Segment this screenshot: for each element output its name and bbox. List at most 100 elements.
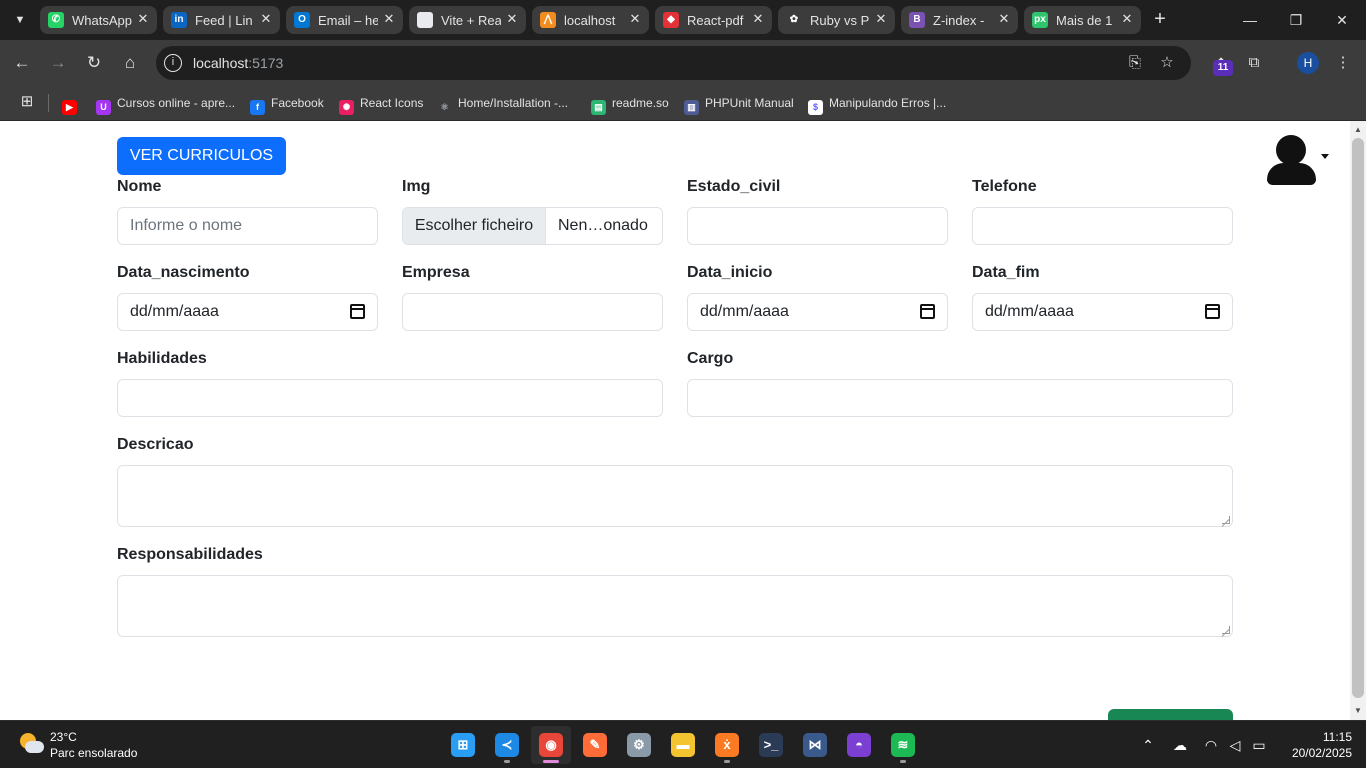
onedrive-cloud-icon[interactable]: ☁ xyxy=(1170,735,1190,755)
chrome-menu-icon[interactable]: ⋮ xyxy=(1332,52,1354,74)
nome-input[interactable]: Informe o nome xyxy=(117,207,378,245)
data-nascimento-input[interactable]: dd/mm/aaaa xyxy=(117,293,378,331)
taskbar-xampp[interactable]: ẋ xyxy=(707,726,747,764)
bookmark-phpunit[interactable]: ▥ PHPUnit Manual xyxy=(684,92,794,115)
tab-label: Z-index - xyxy=(933,13,985,28)
reload-icon[interactable]: ↻ xyxy=(82,51,106,75)
tab-search-chevron-icon[interactable]: ▼ xyxy=(8,8,32,32)
resize-grip-icon[interactable] xyxy=(1222,626,1230,634)
openai-icon: ✿ xyxy=(786,12,802,28)
taskbar-mysql-workbench[interactable]: ⋈ xyxy=(795,726,835,764)
page-scrollbar[interactable]: ▲ ▼ xyxy=(1350,121,1366,720)
data-fim-value: dd/mm/aaaa xyxy=(985,303,1074,320)
taskbar-settings[interactable]: ⚙ xyxy=(619,726,659,764)
restore-icon[interactable]: ❐ xyxy=(1284,8,1308,32)
choose-file-button[interactable]: Escolher ficheiro xyxy=(403,208,546,244)
bookmark-readme[interactable]: ▤ readme.so xyxy=(591,92,669,115)
apps-grid-icon[interactable]: ⊞ xyxy=(18,93,36,111)
translate-icon[interactable]: ⎘ xyxy=(1125,53,1145,73)
weather-description[interactable]: Parc ensolarado xyxy=(50,746,137,760)
tab-whatsapp[interactable]: ✆ WhatsApp ✕ xyxy=(40,6,157,34)
home-icon[interactable]: ⌂ xyxy=(118,51,142,75)
minimize-icon[interactable]: — xyxy=(1238,8,1262,32)
tab-close-icon[interactable]: ✕ xyxy=(627,11,643,27)
xampp-icon: ẋ xyxy=(715,733,739,757)
ver-curriculos-button[interactable]: VER CURRICULOS xyxy=(117,137,286,175)
weather-partly-sunny-icon[interactable] xyxy=(20,733,44,757)
volume-icon[interactable]: ◁ xyxy=(1225,735,1245,755)
bookmark-star-icon[interactable]: ☆ xyxy=(1157,53,1177,73)
data-nascimento-value: dd/mm/aaaa xyxy=(130,303,219,320)
bookmark-react[interactable]: ⚛ Home/Installation -... xyxy=(437,92,568,115)
tab-close-icon[interactable]: ✕ xyxy=(1119,11,1135,27)
clock-date[interactable]: 20/02/2025 xyxy=(1280,746,1352,760)
settings-icon: ⚙ xyxy=(627,733,651,757)
taskbar-powershell[interactable]: >_ xyxy=(751,726,791,764)
tab-close-icon[interactable]: ✕ xyxy=(996,11,1012,27)
tab-close-icon[interactable]: ✕ xyxy=(258,11,274,27)
submit-button[interactable] xyxy=(1108,709,1233,720)
responsabilidades-textarea[interactable] xyxy=(117,575,1233,637)
calendar-icon[interactable] xyxy=(1205,304,1220,319)
tab-linkedin[interactable]: in Feed | Lin ✕ xyxy=(163,6,280,34)
tab-react-pdf[interactable]: ◆ React-pdf ✕ xyxy=(655,6,772,34)
tab-close-icon[interactable]: ✕ xyxy=(135,11,151,27)
scroll-up-arrow-icon[interactable]: ▲ xyxy=(1354,126,1362,134)
estado-civil-input[interactable] xyxy=(687,207,948,245)
battery-icon[interactable]: ▭ xyxy=(1249,735,1269,755)
mysql-workbench-icon: ⋈ xyxy=(803,733,827,757)
tray-chevron-up-icon[interactable]: ⌃ xyxy=(1138,735,1158,755)
data-fim-input[interactable]: dd/mm/aaaa xyxy=(972,293,1233,331)
taskbar-vscode[interactable]: ≺ xyxy=(487,726,527,764)
taskbar-chrome[interactable]: ◉ xyxy=(531,726,571,764)
bookmark-youtube[interactable]: ▶ xyxy=(62,92,83,115)
profile-avatar[interactable]: H xyxy=(1297,52,1319,74)
clock-time[interactable]: 11:15 xyxy=(1300,730,1352,744)
extensions-puzzle-icon[interactable]: ⧉ xyxy=(1243,52,1265,74)
tab-close-icon[interactable]: ✕ xyxy=(504,11,520,27)
descricao-textarea[interactable] xyxy=(117,465,1233,527)
bookmark-stripe[interactable]: $ Manipulando Erros |... xyxy=(808,92,946,115)
img-file-input[interactable]: Escolher ficheiro Nen…onado xyxy=(402,207,663,245)
address-bar[interactable]: i localhost:5173 ⎘ ☆ xyxy=(156,46,1191,80)
bookmark-facebook[interactable]: f Facebook xyxy=(250,92,324,115)
page-viewport: VER CURRICULOS Nome Informe o nome Img E… xyxy=(0,121,1350,720)
data-inicio-input[interactable]: dd/mm/aaaa xyxy=(687,293,948,331)
tab-pixabay[interactable]: px Mais de 1 ✕ xyxy=(1024,6,1141,34)
telefone-input[interactable] xyxy=(972,207,1233,245)
bookmarks-separator xyxy=(48,94,49,112)
back-icon[interactable]: ← xyxy=(10,51,34,75)
calendar-icon[interactable] xyxy=(350,304,365,319)
taskbar-file-explorer[interactable]: ▬ xyxy=(663,726,703,764)
running-indicator xyxy=(543,760,559,763)
tab-outlook[interactable]: O Email – he ✕ xyxy=(286,6,403,34)
site-info-icon[interactable]: i xyxy=(164,54,182,72)
new-tab-button[interactable]: + xyxy=(1148,8,1172,32)
weather-temperature[interactable]: 23°C xyxy=(50,730,77,744)
taskbar-spotify[interactable]: ≋ xyxy=(883,726,923,764)
tab-close-icon[interactable]: ✕ xyxy=(750,11,766,27)
cargo-input[interactable] xyxy=(687,379,1233,417)
tab-close-icon[interactable]: ✕ xyxy=(381,11,397,27)
tab-xampp[interactable]: ⋀ localhost ✕ xyxy=(532,6,649,34)
taskbar-github-desktop[interactable]: ◓ xyxy=(839,726,879,764)
scroll-down-arrow-icon[interactable]: ▼ xyxy=(1354,707,1362,715)
forward-icon[interactable]: → xyxy=(46,51,70,75)
calendar-icon[interactable] xyxy=(920,304,935,319)
close-window-icon[interactable]: ✕ xyxy=(1330,8,1354,32)
wifi-icon[interactable]: ◠ xyxy=(1201,735,1221,755)
tab-openai[interactable]: ✿ Ruby vs P ✕ xyxy=(778,6,895,34)
taskbar-postman[interactable]: ✎ xyxy=(575,726,615,764)
tab-page[interactable]: Vite + Rea ✕ xyxy=(409,6,526,34)
user-menu[interactable] xyxy=(1266,133,1336,187)
empresa-input[interactable] xyxy=(402,293,663,331)
tab-bootstrap[interactable]: B Z-index - ✕ xyxy=(901,6,1018,34)
bookmark-reacts-icon[interactable]: ✺ React Icons xyxy=(339,92,423,115)
resize-grip-icon[interactable] xyxy=(1222,516,1230,524)
habilidades-input[interactable] xyxy=(117,379,663,417)
taskbar-windows-start[interactable]: ⊞ xyxy=(443,726,483,764)
bookmark-udemy[interactable]: U Cursos online - apre... xyxy=(96,92,235,115)
tab-close-icon[interactable]: ✕ xyxy=(873,11,889,27)
bookmarks-bar: ⊞ ▶ U Cursos online - apre... f Facebook ✺ Rea… xyxy=(0,86,1366,121)
scroll-thumb[interactable] xyxy=(1352,138,1364,698)
